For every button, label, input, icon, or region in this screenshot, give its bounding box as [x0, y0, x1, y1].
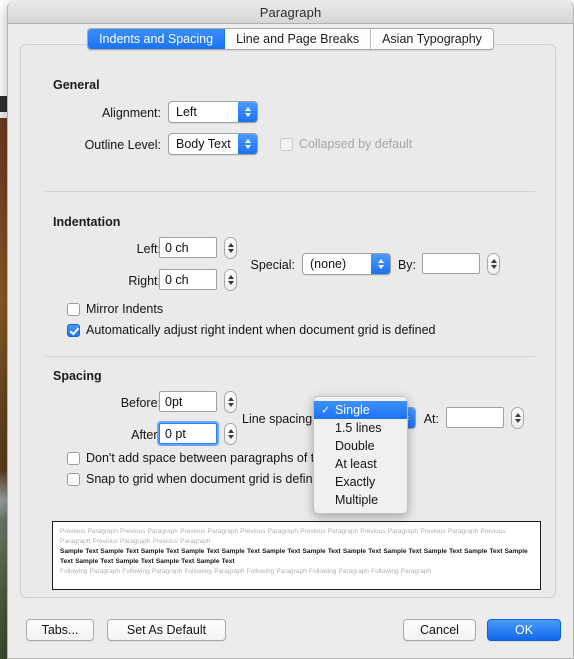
menu-item-1-5-lines[interactable]: 1.5 lines	[314, 419, 407, 437]
auto-adjust-right-indent-checkbox[interactable]	[67, 323, 80, 337]
dont-add-space-checkbox[interactable]	[67, 451, 80, 465]
tab-indents-and-spacing[interactable]: Indents and Spacing	[88, 29, 226, 49]
menu-item-label: Multiple	[335, 493, 379, 507]
space-before-label: Before:	[120, 396, 161, 410]
space-before-input[interactable]: 0pt	[159, 391, 217, 412]
alignment-value: Left	[176, 105, 197, 119]
paragraph-dialog: Paragraph Indents and Spacing Line and P…	[7, 2, 574, 659]
divider-indentation	[45, 356, 535, 357]
space-after-label: After:	[131, 428, 161, 442]
ok-button[interactable]: OK	[487, 619, 561, 641]
collapsed-by-default-checkbox-row: Collapsed by default	[280, 137, 412, 151]
preview-following-text: Following Paragraph Following Paragraph …	[60, 568, 432, 575]
outline-level-select[interactable]: Body Text	[168, 133, 258, 155]
menu-item-multiple[interactable]: Multiple	[314, 491, 407, 509]
at-stepper[interactable]	[511, 407, 524, 429]
menu-item-single[interactable]: ✓ Single	[314, 401, 407, 419]
preview-previous-text: Previous Paragraph Previous Paragraph Pr…	[60, 528, 506, 545]
space-after-input[interactable]: 0 pt	[157, 421, 219, 446]
chevron-updown-icon	[238, 134, 257, 154]
line-spacing-menu: ✓ Single 1.5 lines Double At least Exact…	[313, 396, 408, 514]
indent-right-label: Right:	[128, 274, 161, 288]
indent-left-label: Left:	[136, 242, 161, 256]
mirror-indents-checkbox-row[interactable]: Mirror Indents	[67, 302, 163, 316]
dialog-title: Paragraph	[259, 5, 322, 20]
menu-item-label: At least	[335, 457, 377, 471]
mirror-indents-label: Mirror Indents	[86, 302, 164, 316]
cancel-button[interactable]: Cancel	[403, 619, 476, 641]
preview-sample-text: Sample Text Sample Text Sample Text Samp…	[60, 548, 528, 565]
general-heading: General	[53, 78, 100, 92]
menu-item-label: Double	[335, 439, 375, 453]
by-input[interactable]	[422, 253, 480, 274]
collapsed-by-default-checkbox	[280, 137, 293, 151]
menu-item-at-least[interactable]: At least	[314, 455, 407, 473]
by-stepper[interactable]	[487, 253, 500, 275]
tab-group: Indents and Spacing Line and Page Breaks…	[87, 28, 494, 50]
alignment-select[interactable]: Left	[168, 101, 258, 123]
paragraph-preview: Previous Paragraph Previous Paragraph Pr…	[52, 521, 541, 590]
alignment-label: Alignment:	[101, 106, 161, 120]
indent-left-input[interactable]: 0 ch	[159, 237, 217, 258]
indent-left-stepper[interactable]	[224, 237, 237, 259]
space-before-stepper[interactable]	[224, 391, 237, 413]
checkmark-icon: ✓	[321, 404, 331, 417]
snap-to-grid-label: Snap to grid when document grid is defin…	[86, 472, 327, 486]
auto-adjust-right-indent-label: Automatically adjust right indent when d…	[86, 323, 436, 337]
divider-general	[45, 191, 535, 192]
spacing-heading: Spacing	[53, 369, 102, 383]
content-panel: General Alignment: Left Outline Level: B…	[20, 44, 556, 598]
menu-item-label: 1.5 lines	[335, 421, 382, 435]
snap-to-grid-checkbox[interactable]	[67, 472, 80, 486]
dialog-titlebar: Paragraph	[8, 2, 573, 24]
auto-adjust-right-indent-checkbox-row[interactable]: Automatically adjust right indent when d…	[67, 323, 436, 337]
by-label: By:	[397, 258, 416, 272]
menu-item-label: Single	[335, 403, 370, 417]
menu-item-label: Exactly	[335, 475, 376, 489]
set-as-default-button[interactable]: Set As Default	[107, 619, 226, 641]
indentation-heading: Indentation	[53, 215, 121, 229]
tabs-button[interactable]: Tabs...	[26, 619, 94, 641]
indent-right-input[interactable]: 0 ch	[159, 269, 217, 290]
snap-to-grid-checkbox-row[interactable]: Snap to grid when document grid is defin…	[67, 472, 326, 486]
special-value: (none)	[310, 257, 347, 271]
menu-item-double[interactable]: Double	[314, 437, 407, 455]
tab-line-and-page-breaks[interactable]: Line and Page Breaks	[225, 29, 372, 49]
menu-item-exactly[interactable]: Exactly	[314, 473, 407, 491]
tab-asian-typography[interactable]: Asian Typography	[371, 29, 493, 49]
at-input[interactable]	[446, 407, 504, 428]
special-label: Special:	[250, 258, 295, 272]
indent-right-stepper[interactable]	[224, 269, 237, 291]
outline-level-label: Outline Level:	[84, 138, 161, 152]
space-after-stepper[interactable]	[224, 423, 237, 445]
tab-bar: Indents and Spacing Line and Page Breaks…	[8, 24, 573, 54]
chevron-updown-icon	[238, 102, 257, 122]
outline-level-value: Body Text	[176, 137, 231, 151]
mirror-indents-checkbox[interactable]	[67, 302, 80, 316]
collapsed-by-default-label: Collapsed by default	[299, 137, 413, 151]
